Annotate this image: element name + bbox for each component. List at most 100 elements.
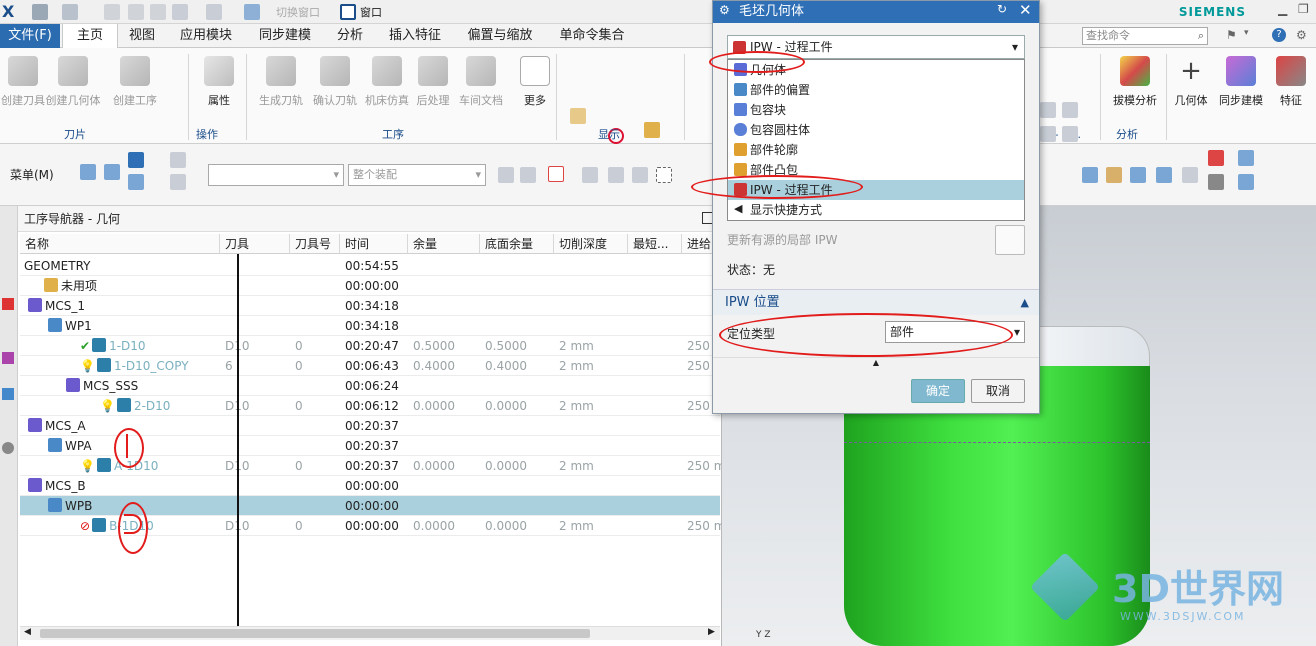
menu-button[interactable]: 菜单(M) [10, 166, 54, 183]
point-snap-icon[interactable] [582, 167, 598, 183]
table-row[interactable]: MCS_SSS 00:06:24 [20, 376, 720, 396]
dropdown-icon[interactable]: ▾ [1244, 28, 1249, 38]
display-toolpath-icon[interactable] [570, 108, 586, 124]
horizontal-scrollbar[interactable]: ◀ ▶ [20, 626, 720, 640]
tab-home[interactable]: 主页 [62, 24, 118, 49]
right-toolbar-icon[interactable] [1156, 167, 1172, 183]
col-tool-number[interactable]: 刀具号 [290, 234, 340, 254]
window-menu[interactable]: 窗口 [360, 4, 382, 20]
flag-icon[interactable]: ⚑ [1226, 28, 1237, 42]
box-select-icon[interactable] [656, 167, 672, 183]
table-row[interactable]: GEOMETRY 00:54:55 [20, 256, 720, 276]
table-row[interactable]: 💡 1-D10_COPY 6 0 00:06:43 0.4000 0.4000 2 mm 250 [20, 356, 720, 376]
feature-button[interactable]: 特征 [1262, 54, 1316, 118]
scroll-right-icon[interactable]: ▶ [708, 627, 715, 637]
select-program-icon[interactable] [128, 174, 144, 190]
option-show-shortcuts[interactable]: ◀ 显示快捷方式 [728, 200, 1024, 220]
col-tool[interactable]: 刀具 [220, 234, 290, 254]
restore-icon[interactable]: ❐ [1298, 2, 1309, 16]
ribbon-small-icon[interactable] [1040, 102, 1056, 118]
copy-icon[interactable] [128, 4, 144, 20]
col-shortest[interactable]: 最短... [628, 234, 682, 254]
switch-window-button[interactable]: 切换窗口 [276, 4, 320, 20]
resource-tab-icon[interactable] [2, 442, 14, 454]
table-row[interactable]: 💡2-D10D10000:06:120.00000.00002 mm250 [20, 396, 720, 416]
cut-icon[interactable] [104, 4, 120, 20]
col-name[interactable]: 名称 [20, 234, 220, 254]
option-bounding-block[interactable]: 包容块 [728, 100, 1024, 120]
right-toolbar-icon[interactable] [1208, 174, 1224, 190]
cancel-button[interactable]: 取消 [971, 379, 1025, 403]
right-toolbar-icon[interactable] [1082, 167, 1098, 183]
col-depth[interactable]: 切削深度 [554, 234, 628, 254]
table-row[interactable]: ✔1-D10D10000:20:470.50000.50002 mm250 [20, 336, 720, 356]
selection-intent-icon[interactable] [548, 166, 564, 182]
resource-tab-icon[interactable] [2, 352, 14, 364]
right-toolbar-icon[interactable] [1208, 150, 1224, 166]
undo-icon[interactable] [62, 4, 78, 20]
ipw-position-section[interactable]: IPW 位置 ▲ [713, 289, 1039, 315]
filter-icon[interactable] [170, 174, 186, 190]
tab-sync-modeling[interactable]: 同步建模 [250, 24, 320, 48]
option-bounding-cylinder[interactable]: 包容圆柱体 [728, 120, 1024, 140]
select-method-icon[interactable] [128, 152, 144, 168]
type-filter-select[interactable]: ▾ [208, 164, 344, 186]
tab-analysis[interactable]: 分析 [328, 24, 372, 48]
command-search-input[interactable]: 查找命令 ⌕ [1082, 27, 1208, 45]
right-toolbar-icon[interactable] [1238, 174, 1254, 190]
option-part-offset[interactable]: 部件的偏置 [728, 80, 1024, 100]
select-geometry-icon[interactable] [104, 164, 120, 180]
col-stock[interactable]: 余量 [408, 234, 480, 254]
paste-icon[interactable] [150, 4, 166, 20]
save-icon[interactable] [32, 4, 48, 20]
right-toolbar-icon[interactable] [1238, 150, 1254, 166]
option-part-outline[interactable]: 部件轮廓 [728, 140, 1024, 160]
table-row[interactable]: 未用项 00:00:00 [20, 276, 720, 296]
scroll-left-icon[interactable]: ◀ [24, 627, 31, 637]
generate-toolpath-button[interactable]: 生成刀轨 [252, 54, 310, 118]
ribbon-small-icon[interactable] [1062, 126, 1078, 142]
collapse-icon[interactable]: ▲ [1021, 290, 1029, 316]
point-snap-icon[interactable] [608, 167, 624, 183]
reset-icon[interactable]: ↻ [997, 2, 1007, 16]
point-snap-icon[interactable] [632, 167, 648, 183]
paint-icon[interactable] [244, 4, 260, 20]
settings-icon[interactable]: ⚙ [1296, 28, 1307, 42]
properties-button[interactable]: 属性 [190, 54, 248, 118]
hierarchy-icon[interactable] [170, 152, 186, 168]
ribbon-small-icon[interactable] [1040, 126, 1056, 142]
resource-tab-icon[interactable] [2, 388, 14, 400]
expand-handle[interactable]: ▲ [713, 357, 1039, 367]
create-geometry-button[interactable]: 创建几何体 [44, 54, 102, 118]
file-menu[interactable]: 文件(F) [0, 24, 60, 48]
create-operation-button[interactable]: 创建工序 [106, 54, 164, 118]
update-ipw-button[interactable] [995, 225, 1025, 255]
verify-toolpath-button[interactable]: 确认刀轨 [306, 54, 364, 118]
repeat-command-icon[interactable] [172, 4, 188, 20]
touch-mode-icon[interactable] [206, 4, 222, 20]
tab-application[interactable]: 应用模块 [170, 24, 242, 48]
draft-analysis-button[interactable]: 拔模分析 [1106, 54, 1164, 118]
right-toolbar-icon[interactable] [1106, 167, 1122, 183]
close-icon[interactable]: ✕ [1019, 1, 1032, 19]
scroll-thumb[interactable] [40, 629, 590, 638]
tool-display-icon[interactable] [644, 122, 660, 138]
tab-view[interactable]: 视图 [120, 24, 164, 48]
tab-single-command-set[interactable]: 单命令集合 [550, 24, 634, 48]
tab-offset-scale[interactable]: 偏置与缩放 [458, 24, 542, 48]
table-row[interactable]: MCS_B 00:00:00 [20, 476, 720, 496]
refresh-icon[interactable] [1130, 167, 1146, 183]
table-row[interactable]: MCS_1 00:34:18 [20, 296, 720, 316]
tab-insert-feature[interactable]: 插入特征 [380, 24, 450, 48]
snap-icon[interactable] [520, 167, 536, 183]
minimize-icon[interactable]: ▁ [1278, 2, 1287, 16]
help-icon[interactable]: ? [1272, 28, 1286, 42]
ribbon-small-icon[interactable] [1062, 102, 1078, 118]
shop-doc-button[interactable]: 车间文档 [452, 54, 510, 118]
col-floor-stock[interactable]: 底面余量 [480, 234, 554, 254]
snap-icon[interactable] [498, 167, 514, 183]
resource-tab-icon[interactable] [2, 298, 14, 310]
search-icon[interactable]: ⌕ [1198, 28, 1204, 44]
ok-button[interactable]: 确定 [911, 379, 965, 403]
assembly-scope-select[interactable]: 整个装配 ▾ [348, 164, 486, 186]
